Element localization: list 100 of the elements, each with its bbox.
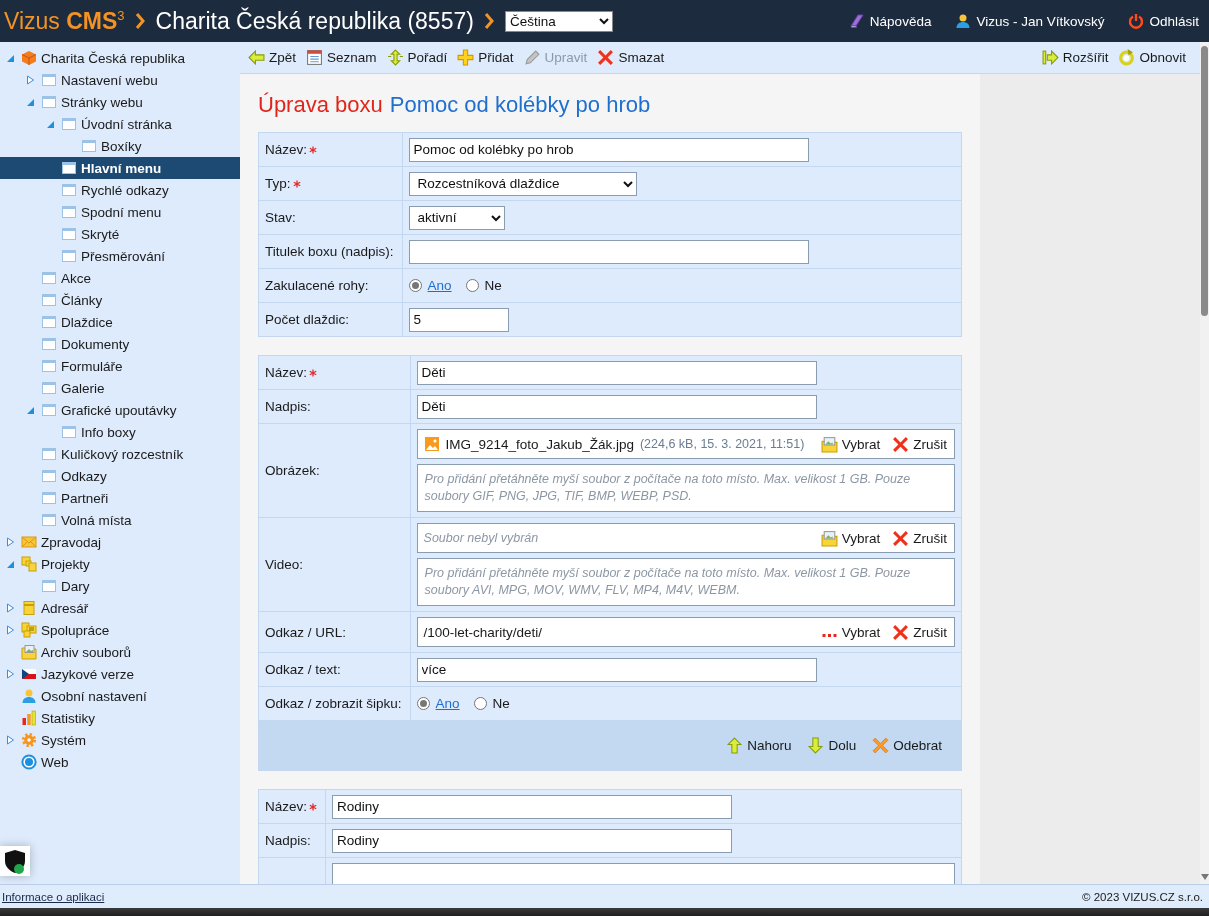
down-arrow-icon[interactable] xyxy=(1200,874,1209,880)
field-label: Název: xyxy=(265,142,308,157)
radio-button[interactable] xyxy=(416,697,430,710)
tree-item[interactable]: Volná místa xyxy=(0,509,240,531)
tree-item[interactable]: Akce xyxy=(0,267,240,289)
radio-button[interactable] xyxy=(465,279,479,292)
tree-item[interactable]: Dlaždice xyxy=(0,311,240,333)
tree-item[interactable]: Kuličkový rozcestník xyxy=(0,443,240,465)
file-button[interactable]: Zrušit xyxy=(889,529,950,547)
collapsed-icon[interactable] xyxy=(6,625,15,635)
tree-item[interactable]: Web xyxy=(0,751,240,773)
url-field[interactable]: /100-let-charity/deti/ Vybrat Zrušit xyxy=(416,617,955,647)
text-field[interactable]: Pomoc od kolébky po hrob xyxy=(408,137,809,162)
tree-item[interactable]: Partneři xyxy=(0,487,240,509)
language-select[interactable]: Čeština xyxy=(504,10,613,32)
tree-item[interactable]: Info boxy xyxy=(0,421,240,443)
radio-label[interactable]: Ano xyxy=(435,696,460,711)
tree-item[interactable]: Projekty xyxy=(0,553,240,575)
tree-item[interactable]: Jazykové verze xyxy=(0,663,240,685)
expanded-icon[interactable] xyxy=(6,53,15,63)
app-info-link[interactable]: Informace o aplikaci xyxy=(2,890,105,903)
collapsed-icon[interactable] xyxy=(6,735,15,745)
tree-item[interactable]: Zpravodaj xyxy=(0,531,240,553)
toolbar-button[interactable]: Smazat xyxy=(595,46,673,69)
file-button[interactable]: Vybrat xyxy=(817,624,884,640)
field-label: Odkaz / text: xyxy=(265,662,341,677)
page-icon xyxy=(61,160,77,176)
radio-label[interactable]: Ne xyxy=(492,696,510,711)
tree-item[interactable]: Formuláře xyxy=(0,355,240,377)
file-button[interactable]: Zrušit xyxy=(889,435,950,453)
tree-item[interactable]: Dokumenty xyxy=(0,333,240,355)
toolbar-button[interactable]: Zpět xyxy=(246,46,304,69)
collapsed-icon[interactable] xyxy=(6,537,15,547)
expanded-icon[interactable] xyxy=(26,405,35,415)
action-button[interactable]: Dolu xyxy=(804,737,860,754)
tree-item[interactable]: Boxíky xyxy=(0,135,240,157)
tree-item[interactable]: Nastavení webu xyxy=(0,69,240,91)
tree-item[interactable]: Osobní nastavení xyxy=(0,685,240,707)
tree-item[interactable]: Dary xyxy=(0,575,240,597)
radio-label[interactable]: Ano xyxy=(427,278,452,293)
tree-item[interactable]: Spodní menu xyxy=(0,201,240,223)
toolbar-button[interactable]: Rozšířit xyxy=(1039,46,1117,69)
text-field[interactable]: více xyxy=(416,657,817,682)
expanded-icon[interactable] xyxy=(6,559,15,569)
tree-item[interactable]: Spolupráce xyxy=(0,619,240,641)
header-link[interactable]: Vizus - Jan Vítkovský xyxy=(941,13,1105,29)
file-button[interactable]: Vybrat xyxy=(817,435,884,453)
text-field[interactable]: Děti xyxy=(416,394,817,419)
page-icon xyxy=(41,446,57,462)
radio-button[interactable] xyxy=(408,279,422,292)
file-field[interactable]: IMG_9214_foto_Jakub_Žák.jpg (224,6 kB, 15. 3. 2021, 11:51) Vybrat Zrušit xyxy=(416,429,955,459)
collapsed-icon[interactable] xyxy=(6,669,15,679)
expanded-icon[interactable] xyxy=(46,119,55,129)
page-icon xyxy=(41,72,57,88)
tree-item[interactable]: Grafické upoutávky xyxy=(0,399,240,421)
toolbar-button[interactable]: Přidat xyxy=(455,46,522,69)
file-field[interactable] xyxy=(332,863,955,884)
collapsed-icon[interactable] xyxy=(26,75,35,85)
tree-item[interactable]: Stránky webu xyxy=(0,91,240,113)
bar-chart-icon xyxy=(21,710,37,726)
tree-item[interactable]: Přesměrování xyxy=(0,245,240,267)
book-icon xyxy=(848,13,865,29)
toolbar-button[interactable]: Seznam xyxy=(304,46,385,69)
page-icon xyxy=(61,116,77,132)
toolbar-button[interactable]: Obnovit xyxy=(1116,46,1194,69)
action-button[interactable]: Odebrat xyxy=(869,737,945,754)
text-field[interactable]: Rodiny xyxy=(332,828,733,853)
toolbar-button[interactable]: Pořadí xyxy=(384,46,456,69)
text-field[interactable]: Děti xyxy=(416,360,817,385)
tree-item[interactable]: Systém xyxy=(0,729,240,751)
file-button[interactable]: Vybrat xyxy=(817,529,884,547)
expanded-icon[interactable] xyxy=(26,97,35,107)
tree-item[interactable]: Odkazy xyxy=(0,465,240,487)
tree-item[interactable]: Články xyxy=(0,289,240,311)
radio-label[interactable]: Ne xyxy=(484,278,502,293)
tree-item[interactable]: Statistiky xyxy=(0,707,240,729)
select-field[interactable]: Rozcestníková dlaždice xyxy=(408,171,637,196)
tree-item[interactable]: Archiv souborů xyxy=(0,641,240,663)
folder-icon xyxy=(21,644,37,660)
file-button[interactable]: Zrušit xyxy=(889,623,950,641)
tree-item[interactable]: Adresář xyxy=(0,597,240,619)
text-field[interactable]: 5 xyxy=(408,307,509,332)
tree-item[interactable]: Skryté xyxy=(0,223,240,245)
select-field[interactable]: aktivní xyxy=(408,205,505,230)
tree-item[interactable]: Rychlé odkazy xyxy=(0,179,240,201)
text-field[interactable]: Rodiny xyxy=(332,794,733,819)
field-label: Název: xyxy=(265,799,308,814)
tree-item[interactable]: Charita Česká republika xyxy=(0,47,240,69)
radio-button[interactable] xyxy=(473,697,487,710)
file-field[interactable]: Soubor nebyl vybrán Vybrat Zrušit xyxy=(416,523,955,553)
tree-item[interactable]: Hlavní menu xyxy=(0,157,240,179)
action-button[interactable]: Nahoru xyxy=(723,737,795,754)
header-link[interactable]: Odhlásit xyxy=(1114,13,1199,29)
tree-item[interactable]: Galerie xyxy=(0,377,240,399)
text-field[interactable] xyxy=(408,239,809,264)
shield-icon[interactable] xyxy=(0,846,30,876)
tree-item[interactable]: Úvodní stránka xyxy=(0,113,240,135)
header-link[interactable]: Nápověda xyxy=(834,13,932,29)
app-logo: Vizus CMS$^{3}$ xyxy=(4,7,125,35)
collapsed-icon[interactable] xyxy=(6,603,15,613)
